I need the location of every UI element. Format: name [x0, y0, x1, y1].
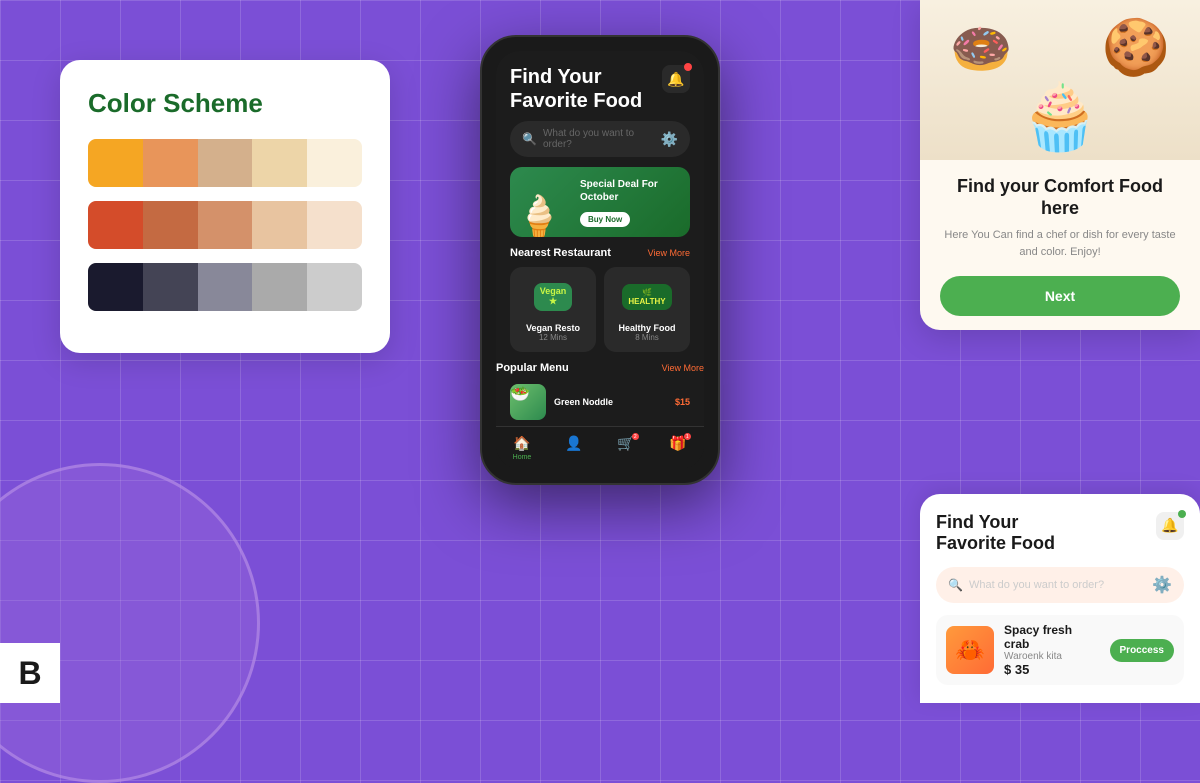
nav-gift[interactable]: 🎁 1: [652, 435, 704, 461]
fav-filter-icon[interactable]: ⚙️: [1152, 575, 1172, 595]
comfort-title: Find your Comfort Food here: [940, 176, 1180, 219]
swatch-1-4: [252, 139, 307, 187]
nearest-restaurant-title: Nearest Restaurant: [510, 247, 611, 259]
color-row-1: [88, 139, 362, 187]
vegan-logo-icon: Vegan★: [528, 277, 578, 317]
donut2-emoji: 🍪: [1102, 15, 1170, 80]
fav-title: Find Your Favorite Food: [936, 512, 1055, 555]
color-row-2: [88, 201, 362, 249]
healthy-food-name: Healthy Food: [614, 323, 680, 333]
vegan-resto-name: Vegan Resto: [520, 323, 586, 333]
order-item-price: $ 35: [1004, 662, 1100, 677]
comfort-food-image: 🍩 🍪 🧁: [920, 0, 1200, 160]
menu-item-price: $15: [675, 397, 690, 407]
color-scheme-card: Color Scheme: [60, 60, 390, 353]
vegan-resto-time: 12 Mins: [520, 333, 586, 342]
promo-banner: 🍦 Special Deal For October Buy Now: [510, 167, 690, 237]
swatch-3-3: [198, 263, 253, 311]
order-item-info: Spacy fresh crab Waroenk kita $ 35: [1004, 623, 1100, 677]
swatch-2-5: [307, 201, 362, 249]
fav-header: Find Your Favorite Food 🔔: [936, 512, 1184, 555]
color-row-3: [88, 263, 362, 311]
menu-item-name: Green Noddle: [554, 397, 667, 407]
swatch-2-3: [198, 201, 253, 249]
fav-food-card: Find Your Favorite Food 🔔 🔍 What do you …: [920, 494, 1200, 703]
nav-profile[interactable]: 👤: [548, 435, 600, 461]
comfort-food-card: 🍩 🍪 🧁 Find your Comfort Food here Here Y…: [920, 0, 1200, 330]
fav-search-icon: 🔍: [948, 578, 963, 592]
fav-bell-icon[interactable]: 🔔: [1156, 512, 1184, 540]
popular-menu-header: Popular Menu View More: [496, 362, 704, 378]
gift-badge: 1: [684, 433, 691, 440]
process-button[interactable]: Proccess: [1110, 639, 1174, 662]
fav-bell-dot: [1178, 510, 1186, 518]
restaurant-grid: Vegan★ Vegan Resto 12 Mins 🌿HEALTHY Heal…: [496, 267, 704, 362]
cart-badge: 2: [632, 433, 639, 440]
popular-view-more[interactable]: View More: [662, 363, 704, 373]
popular-menu-title: Popular Menu: [496, 362, 569, 374]
menu-item-info: Green Noddle: [554, 397, 667, 407]
swatch-3-5: [307, 263, 362, 311]
swatch-3-2: [143, 263, 198, 311]
fav-search-bar[interactable]: 🔍 What do you want to order? ⚙️: [936, 567, 1184, 603]
menu-item-image: 🥗: [510, 384, 546, 420]
phone-screen: Find Your Favorite Food 🔔 🔍 What do you …: [496, 51, 704, 469]
vegan-resto-card[interactable]: Vegan★ Vegan Resto 12 Mins: [510, 267, 596, 352]
phone-container: Find Your Favorite Food 🔔 🔍 What do you …: [480, 35, 720, 485]
order-item-image: 🦀: [946, 626, 994, 674]
fav-search-placeholder: What do you want to order?: [969, 579, 1146, 591]
nav-home-label: Home: [513, 454, 532, 461]
healthy-logo-icon: 🌿HEALTHY: [622, 277, 672, 317]
nearest-view-more[interactable]: View More: [648, 248, 690, 258]
swatch-2-2: [143, 201, 198, 249]
nearest-restaurant-header: Nearest Restaurant View More: [496, 247, 704, 267]
order-item: 🦀 Spacy fresh crab Waroenk kita $ 35 Pro…: [936, 615, 1184, 685]
comfort-description: Here You Can find a chef or dish for eve…: [940, 227, 1180, 260]
healthy-food-time: 8 Mins: [614, 333, 680, 342]
donut-emoji: 🍩: [950, 20, 1012, 79]
order-item-place: Waroenk kita: [1004, 651, 1100, 662]
order-item-name: Spacy fresh crab: [1004, 623, 1100, 651]
phone-mockup: Find Your Favorite Food 🔔 🔍 What do you …: [480, 35, 720, 485]
search-icon: 🔍: [522, 132, 537, 146]
swatch-1-2: [143, 139, 198, 187]
muffin-emoji: 🧁: [1020, 79, 1101, 155]
nav-home[interactable]: 🏠 Home: [496, 435, 548, 461]
filter-icon[interactable]: ⚙️: [661, 131, 678, 148]
phone-app-title: Find Your Favorite Food: [510, 65, 642, 113]
promo-title: Special Deal For October: [580, 178, 680, 204]
swatch-2-1: [88, 201, 143, 249]
swatch-1-1: [88, 139, 143, 187]
healthy-food-card[interactable]: 🌿HEALTHY Healthy Food 8 Mins: [604, 267, 690, 352]
home-icon: 🏠: [513, 435, 530, 452]
notification-dot: [684, 63, 692, 71]
notification-bell-icon[interactable]: 🔔: [662, 65, 690, 93]
b-badge-left: B: [0, 643, 60, 703]
phone-search-bar[interactable]: 🔍 What do you want to order? ⚙️: [510, 121, 690, 157]
background-circle: [0, 463, 260, 783]
ice-cream-image: 🍦: [514, 197, 564, 237]
next-button[interactable]: Next: [940, 276, 1180, 316]
menu-item-1[interactable]: 🥗 Green Noddle $15: [496, 378, 704, 426]
swatch-3-1: [88, 263, 143, 311]
swatch-3-4: [252, 263, 307, 311]
phone-navigation: 🏠 Home 👤 🛒 2 🎁 1: [496, 426, 704, 469]
swatch-2-4: [252, 201, 307, 249]
color-scheme-title: Color Scheme: [88, 88, 362, 119]
nav-cart[interactable]: 🛒 2: [600, 435, 652, 461]
swatch-1-5: [307, 139, 362, 187]
comfort-content: Find your Comfort Food here Here You Can…: [920, 160, 1200, 330]
swatch-1-3: [198, 139, 253, 187]
buy-now-button[interactable]: Buy Now: [580, 212, 630, 227]
search-placeholder: What do you want to order?: [543, 128, 655, 150]
phone-header: Find Your Favorite Food 🔔: [496, 51, 704, 121]
profile-icon: 👤: [565, 435, 582, 452]
